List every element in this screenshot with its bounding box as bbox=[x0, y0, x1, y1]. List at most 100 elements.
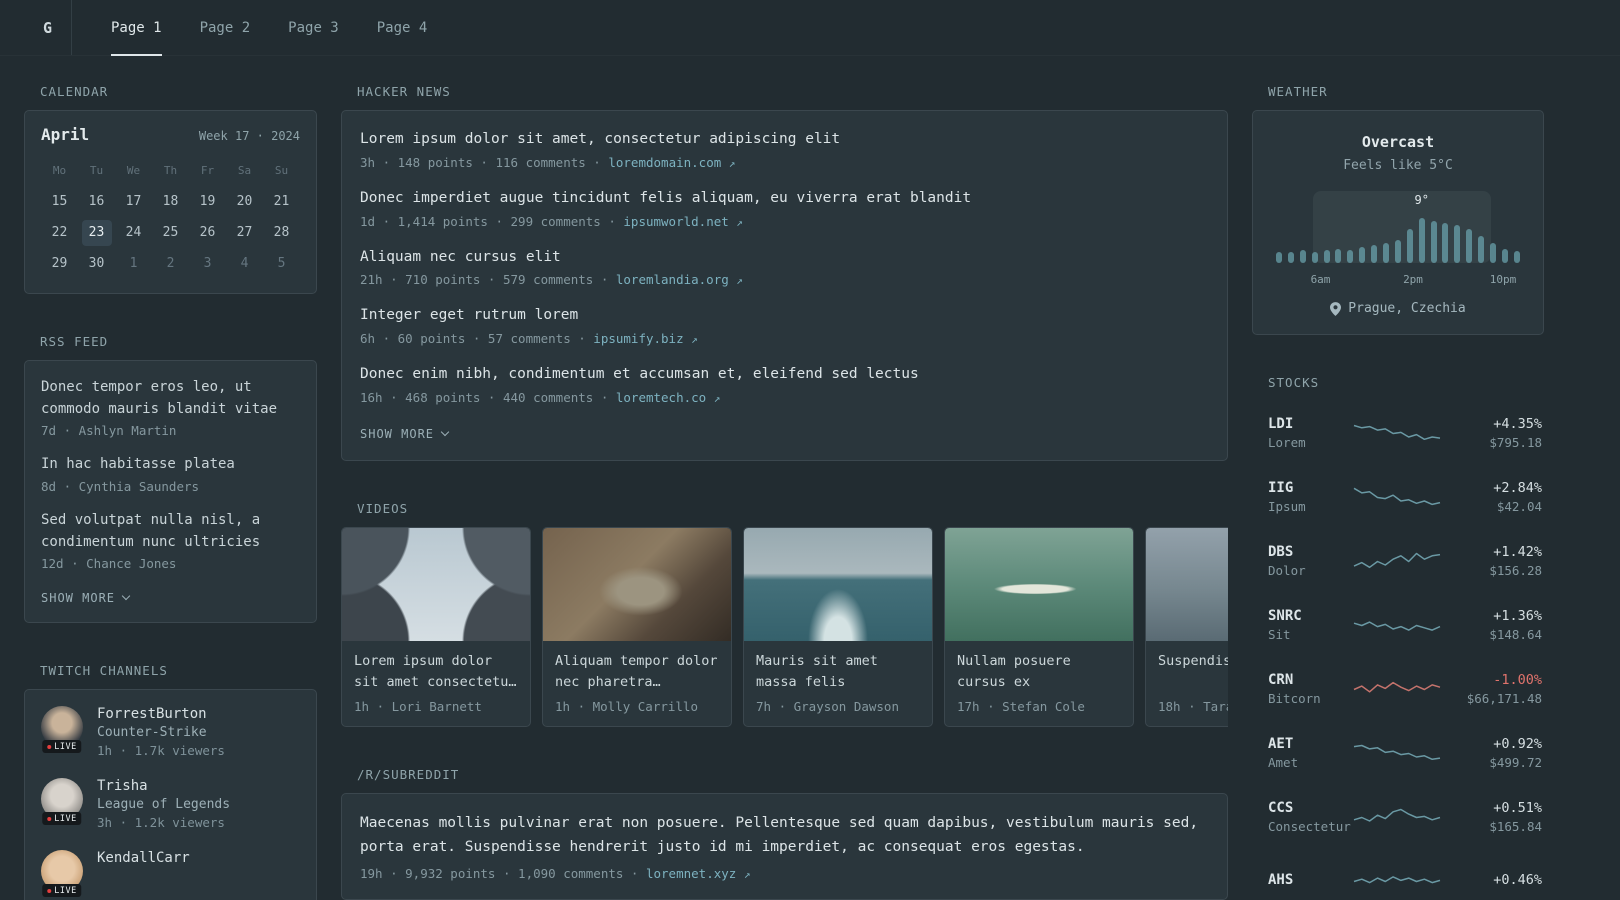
weather-bar bbox=[1430, 220, 1437, 263]
external-link-icon: ↗ bbox=[743, 867, 751, 881]
stock-sparkline bbox=[1353, 621, 1441, 631]
video-card[interactable]: Suspendisse diam 18h · Tara bbox=[1145, 526, 1228, 727]
page-tab[interactable]: Page 1 bbox=[92, 0, 181, 56]
page-tabs: Page 1 Page 2 Page 3 Page 4 bbox=[92, 0, 447, 56]
weather-bar bbox=[1513, 251, 1520, 263]
video-card[interactable]: Nullam posuere cursus ex 17h · Stefan Co… bbox=[944, 526, 1134, 727]
stock-values: +4.35% $795.18 bbox=[1452, 416, 1542, 450]
hackernews-show-more-button[interactable]: SHOW MORE bbox=[360, 427, 450, 441]
twitch-channel-name[interactable]: ForrestBurton bbox=[97, 706, 225, 722]
hackernews-item-domain-link[interactable]: loremtech.co ↗ bbox=[616, 390, 720, 405]
subreddit-post-title[interactable]: Maecenas mollis pulvinar erat non posuer… bbox=[360, 815, 1198, 855]
live-dot-icon bbox=[47, 745, 52, 750]
hackernews-item-stats: 1d · 1,414 points · 299 comments · bbox=[360, 213, 624, 229]
page-tab[interactable]: Page 4 bbox=[358, 0, 447, 55]
rss-item-title[interactable]: Donec tempor eros leo, ut commodo mauris… bbox=[41, 377, 300, 420]
stock-row[interactable]: DBS Dolor +1.42% $156.28 bbox=[1252, 529, 1544, 593]
stock-row[interactable]: IIG Ipsum +2.84% $42.04 bbox=[1252, 465, 1544, 529]
page-tab[interactable]: Page 3 bbox=[269, 0, 358, 55]
twitch-channel-name[interactable]: Trisha bbox=[97, 778, 230, 794]
calendar-day-header: Tu bbox=[89, 164, 104, 177]
hackernews-item-domain-link[interactable]: loremlandia.org ↗ bbox=[616, 272, 743, 287]
subreddit-post-meta: 19h · 9,932 points · 1,090 comments · lo… bbox=[360, 866, 1209, 881]
stock-change: +1.42% bbox=[1493, 544, 1542, 560]
video-title[interactable]: Mauris sit amet massa felis bbox=[744, 641, 932, 693]
calendar-day: 30 bbox=[88, 256, 105, 271]
weather-location: Prague, Czechia bbox=[1269, 301, 1527, 316]
hackernews-item-domain-link[interactable]: ipsumworld.net ↗ bbox=[623, 214, 743, 229]
rss-item[interactable]: Sed volutpat nulla nisl, a condimentum n… bbox=[41, 510, 300, 571]
hackernews-item-domain-link[interactable]: loremdomain.com ↗ bbox=[608, 155, 735, 170]
hackernews-item-title[interactable]: Donec imperdiet augue tincidunt felis al… bbox=[360, 188, 1209, 210]
calendar-day-header: Fr bbox=[200, 164, 215, 177]
hackernews-item-title[interactable]: Aliquam nec cursus elit bbox=[360, 247, 1209, 269]
live-dot-icon bbox=[47, 817, 52, 822]
video-thumbnail[interactable] bbox=[744, 527, 932, 641]
rss-list: Donec tempor eros leo, ut commodo mauris… bbox=[41, 377, 300, 571]
stock-sparkline bbox=[1353, 681, 1441, 693]
video-title[interactable]: Suspendisse diam bbox=[1146, 641, 1228, 693]
hackernews-item: Donec imperdiet augue tincidunt felis al… bbox=[360, 188, 1209, 229]
twitch-channel[interactable]: LIVE KendallCarr bbox=[41, 850, 300, 898]
video-title[interactable]: Aliquam tempor dolor nec pharetra… bbox=[543, 641, 731, 693]
hackernews-item-domain-link[interactable]: ipsumify.biz ↗ bbox=[593, 331, 697, 346]
rss-item-title[interactable]: Sed volutpat nulla nisl, a condimentum n… bbox=[41, 510, 300, 553]
rss-item[interactable]: Donec tempor eros leo, ut commodo mauris… bbox=[41, 377, 300, 438]
hackernews-item-domain: loremlandia.org bbox=[615, 272, 729, 288]
twitch-channel-name[interactable]: KendallCarr bbox=[97, 850, 190, 866]
twitch-card: LIVE ForrestBurton Counter-Strike 1h · 1… bbox=[24, 689, 317, 900]
stock-row[interactable]: CRN Bitcorn -1.00% $66,171.48 bbox=[1252, 657, 1544, 721]
rss-item[interactable]: In hac habitasse platea 8d · Cynthia Sau… bbox=[41, 454, 300, 494]
hackernews-widget: HACKER NEWS Lorem ipsum dolor sit amet, … bbox=[341, 84, 1228, 461]
hackernews-item-title[interactable]: Integer eget rutrum lorem bbox=[360, 305, 1209, 327]
left-column: CALENDAR April Week 17 · 2024 Mo Tu We Th Fr… bbox=[24, 84, 317, 900]
stock-row[interactable]: LDI Lorem +4.35% $795.18 bbox=[1252, 401, 1544, 465]
video-card[interactable]: Mauris sit amet massa felis 7h · Grayson… bbox=[743, 526, 933, 727]
rss-item-title[interactable]: In hac habitasse platea bbox=[41, 454, 300, 476]
video-card[interactable]: Lorem ipsum dolor sit amet consectetu… 1… bbox=[341, 526, 531, 727]
stock-row[interactable]: AET Amet +0.92% $499.72 bbox=[1252, 721, 1544, 785]
stock-sparkline bbox=[1353, 552, 1441, 569]
video-thumbnail[interactable] bbox=[342, 527, 530, 641]
video-title[interactable]: Nullam posuere cursus ex bbox=[945, 641, 1133, 693]
page-tab-label: Page 4 bbox=[376, 19, 428, 36]
stock-price: $148.64 bbox=[1489, 627, 1542, 642]
calendar-day: 2 bbox=[166, 256, 175, 271]
calendar-grid: 15 16 17 18 19 20 21 22 23 24 25 26 27 28 29 30 1 2 3 4 5 bbox=[41, 189, 300, 277]
stock-row[interactable]: AHS +0.46% bbox=[1252, 849, 1544, 900]
video-card[interactable]: Aliquam tempor dolor nec pharetra… 1h · … bbox=[542, 526, 732, 727]
twitch-channel[interactable]: LIVE ForrestBurton Counter-Strike 1h · 1… bbox=[41, 706, 300, 758]
subreddit-post-domain-link[interactable]: loremnet.xyz ↗ bbox=[646, 866, 750, 881]
twitch-channel-game[interactable]: Counter-Strike bbox=[97, 725, 225, 740]
twitch-channel[interactable]: LIVE Trisha League of Legends 3h · 1.2k … bbox=[41, 778, 300, 830]
weather-bar bbox=[1466, 228, 1473, 263]
page-tab[interactable]: Page 2 bbox=[181, 0, 270, 55]
stocks-widget: STOCKS LDI Lorem +4.35% $795.18 IIG Ipsu… bbox=[1252, 375, 1544, 900]
weather-location-label: Prague, Czechia bbox=[1348, 301, 1466, 316]
video-title[interactable]: Lorem ipsum dolor sit amet consectetu… bbox=[342, 641, 530, 693]
hackernews-item-title[interactable]: Donec enim nibh, condimentum et accumsan… bbox=[360, 364, 1209, 386]
stock-symbol: CCS bbox=[1268, 800, 1294, 816]
stock-name: Amet bbox=[1268, 755, 1299, 770]
live-badge: LIVE bbox=[42, 740, 82, 754]
stock-row[interactable]: SNRC Sit +1.36% $148.64 bbox=[1252, 593, 1544, 657]
weather-bar bbox=[1311, 252, 1318, 263]
stock-values: -1.00% $66,171.48 bbox=[1452, 672, 1542, 706]
live-badge: LIVE bbox=[42, 884, 82, 898]
stock-id: CCS Consectetur bbox=[1268, 800, 1352, 834]
video-thumbnail[interactable] bbox=[543, 527, 731, 641]
twitch-avatar-wrap: LIVE bbox=[41, 706, 83, 754]
middle-column: HACKER NEWS Lorem ipsum dolor sit amet, … bbox=[341, 84, 1228, 900]
video-thumbnail[interactable] bbox=[1146, 527, 1228, 641]
hackernews-item-title[interactable]: Lorem ipsum dolor sit amet, consectetur … bbox=[360, 129, 1209, 151]
weather-bar bbox=[1501, 248, 1508, 263]
rss-widget: RSS FEED Donec tempor eros leo, ut commo… bbox=[24, 334, 317, 624]
calendar-day: 26 bbox=[199, 225, 216, 240]
video-thumbnail[interactable] bbox=[945, 527, 1133, 641]
twitch-channel-game[interactable]: League of Legends bbox=[97, 797, 230, 812]
stock-row[interactable]: CCS Consectetur +0.51% $165.84 bbox=[1252, 785, 1544, 849]
calendar-day: 25 bbox=[162, 225, 179, 240]
live-dot-icon bbox=[47, 889, 52, 894]
app-logo[interactable]: G bbox=[24, 0, 72, 55]
rss-show-more-button[interactable]: SHOW MORE bbox=[41, 591, 131, 605]
